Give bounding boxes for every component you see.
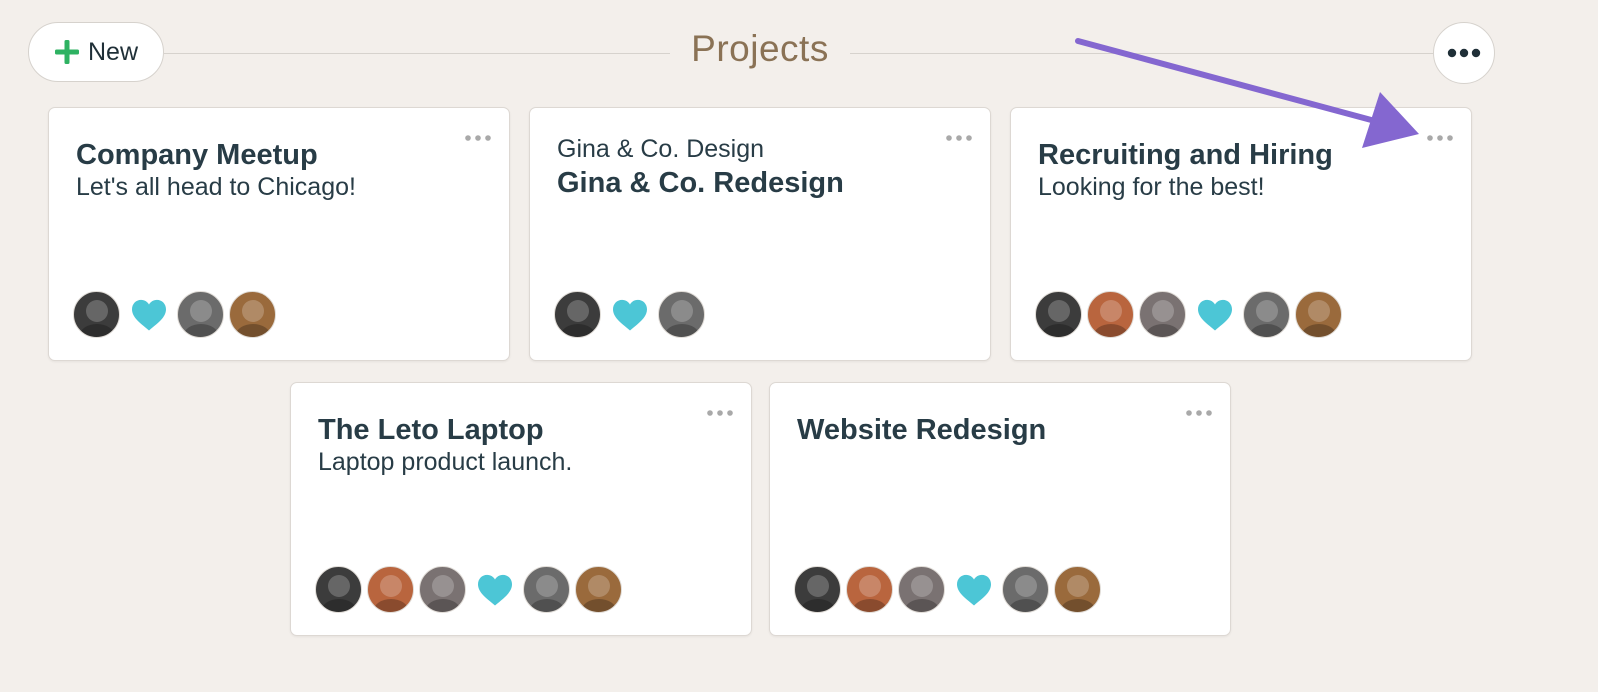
avatar[interactable]	[794, 566, 841, 613]
header-rule-left	[164, 53, 670, 54]
card-options-button[interactable]	[705, 405, 735, 421]
ellipsis-icon	[1447, 48, 1481, 58]
avatar[interactable]	[523, 566, 570, 613]
avatar[interactable]	[229, 291, 276, 338]
avatar[interactable]	[1087, 291, 1134, 338]
card-people	[1035, 291, 1347, 338]
card-people	[315, 566, 627, 613]
avatar[interactable]	[73, 291, 120, 338]
avatar[interactable]	[1002, 566, 1049, 613]
plus-icon	[54, 40, 79, 64]
avatar[interactable]	[846, 566, 893, 613]
card-title: Recruiting and Hiring	[1038, 139, 1333, 171]
heart-icon[interactable]	[950, 566, 997, 613]
avatar[interactable]	[1139, 291, 1186, 338]
ellipsis-icon	[1186, 410, 1212, 416]
avatar[interactable]	[1054, 566, 1101, 613]
card-people	[73, 291, 281, 338]
avatar[interactable]	[367, 566, 414, 613]
ellipsis-icon	[707, 410, 733, 416]
avatar[interactable]	[419, 566, 466, 613]
heart-icon[interactable]	[1191, 291, 1238, 338]
project-card-leto-laptop[interactable]: The Leto Laptop Laptop product launch.	[290, 382, 752, 636]
avatar[interactable]	[315, 566, 362, 613]
project-card-company-meetup[interactable]: Company Meetup Let's all head to Chicago…	[48, 107, 510, 361]
card-description: Looking for the best!	[1038, 173, 1265, 201]
card-people	[794, 566, 1106, 613]
card-title: Gina & Co. Redesign	[557, 167, 844, 199]
ellipsis-icon	[465, 135, 491, 141]
card-options-button[interactable]	[1184, 405, 1214, 421]
new-button-label: New	[87, 37, 138, 66]
card-options-button[interactable]	[463, 130, 493, 146]
new-project-button[interactable]: New	[28, 22, 164, 82]
card-title: Company Meetup	[76, 139, 318, 171]
avatar[interactable]	[1035, 291, 1082, 338]
avatar[interactable]	[1295, 291, 1342, 338]
project-card-recruiting[interactable]: Recruiting and Hiring Looking for the be…	[1010, 107, 1472, 361]
avatar[interactable]	[898, 566, 945, 613]
ellipsis-icon	[946, 135, 972, 141]
heart-icon[interactable]	[606, 291, 653, 338]
heart-icon[interactable]	[125, 291, 172, 338]
avatar[interactable]	[1243, 291, 1290, 338]
card-title: The Leto Laptop	[318, 414, 544, 446]
projects-options-button[interactable]	[1433, 22, 1495, 84]
page-title: Projects	[691, 28, 829, 69]
card-description: Let's all head to Chicago!	[76, 173, 356, 201]
project-card-website-redesign[interactable]: Website Redesign	[769, 382, 1231, 636]
project-card-gina-redesign[interactable]: Gina & Co. Design Gina & Co. Redesign	[529, 107, 991, 361]
heart-icon[interactable]	[471, 566, 518, 613]
ellipsis-icon	[1427, 135, 1453, 141]
card-options-button[interactable]	[944, 130, 974, 146]
card-options-button[interactable]	[1425, 130, 1455, 146]
avatar[interactable]	[554, 291, 601, 338]
avatar[interactable]	[177, 291, 224, 338]
card-company: Gina & Co. Design	[557, 135, 765, 163]
card-description: Laptop product launch.	[318, 448, 573, 476]
avatar[interactable]	[658, 291, 705, 338]
card-title: Website Redesign	[797, 414, 1047, 446]
header-rule-right	[850, 53, 1433, 54]
avatar[interactable]	[575, 566, 622, 613]
card-people	[554, 291, 710, 338]
